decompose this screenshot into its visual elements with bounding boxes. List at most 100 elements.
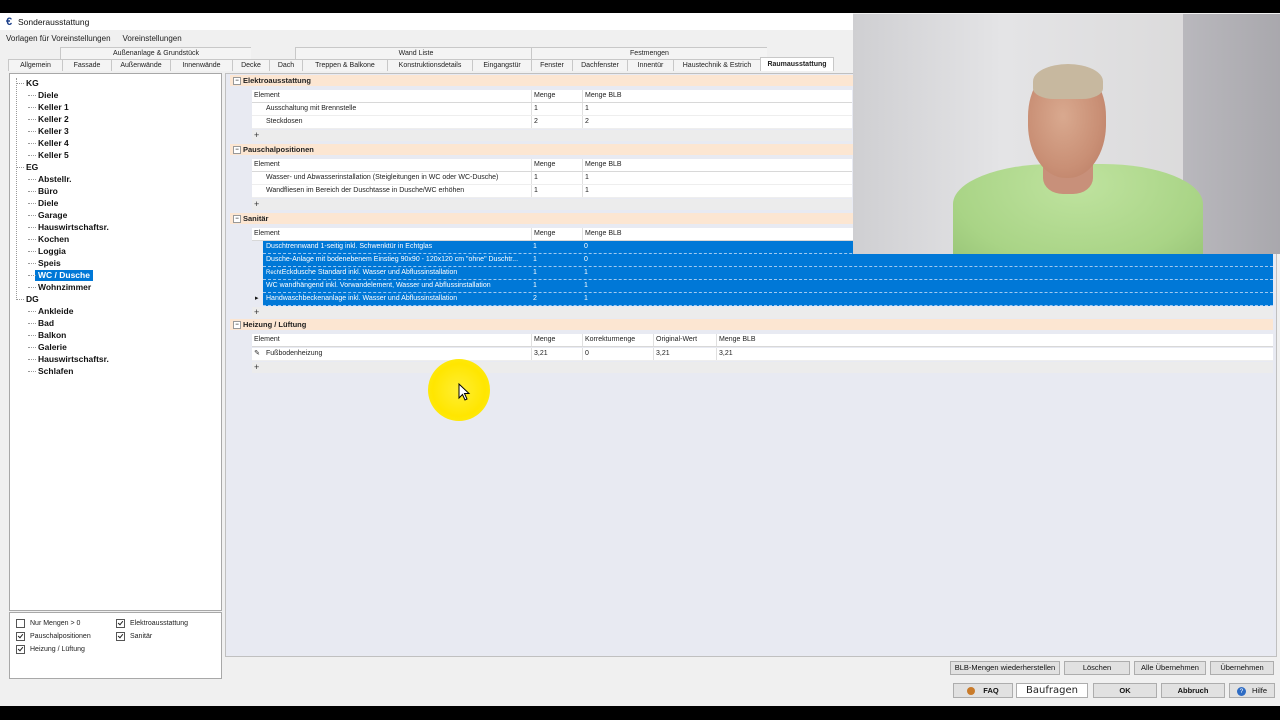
tree-item-room[interactable]: Speis — [38, 258, 61, 269]
help-button[interactable]: ? Hilfe — [1229, 683, 1275, 698]
tree-item-room[interactable]: Keller 1 — [38, 102, 69, 113]
checkbox-checked-icon[interactable] — [116, 619, 125, 628]
cell-menge[interactable]: 2 — [531, 116, 582, 128]
tree-item-room[interactable]: Diele — [38, 90, 58, 101]
tab-aussenwaende[interactable]: Außenwände — [111, 59, 171, 71]
tab-decke[interactable]: Decke — [232, 59, 270, 71]
cell-menge[interactable]: 1 — [531, 267, 581, 279]
cell-menge[interactable]: 1 — [531, 241, 581, 253]
cell-menge[interactable]: 1 — [531, 280, 581, 292]
filter-nur-mengen[interactable]: Nur Mengen > 0 — [16, 619, 80, 628]
ok-button[interactable]: OK — [1093, 683, 1157, 698]
tree-item-room[interactable]: Balkon — [38, 330, 66, 341]
checkbox-icon[interactable] — [16, 619, 25, 628]
tree-item-room[interactable]: Diele — [38, 198, 58, 209]
table-row[interactable]: Wandfliesen im Bereich der Duschtasse in… — [252, 185, 852, 198]
tree-item-room[interactable]: Hauswirtschaftsr. — [38, 354, 109, 365]
collapse-icon[interactable]: − — [233, 321, 241, 329]
table-row[interactable]: Ausschaltung mit Brennstelle 1 1 — [252, 103, 852, 116]
cell-menge[interactable]: 1 — [531, 254, 581, 266]
tab-innenwaende[interactable]: Innenwände — [170, 59, 233, 71]
accept-all-button[interactable]: Alle Übernehmen — [1134, 661, 1206, 675]
tree-item-room[interactable]: Galerie — [38, 342, 67, 353]
tree-group[interactable]: DG — [26, 294, 39, 305]
tab-allgemein[interactable]: Allgemein — [8, 59, 63, 71]
add-row-sanitaer[interactable]: + — [252, 307, 1273, 318]
tab-dachfenster[interactable]: Dachfenster — [572, 59, 628, 71]
delete-button[interactable]: Löschen — [1064, 661, 1130, 675]
add-row-elektro[interactable]: + — [252, 130, 852, 141]
filter-elektroausstattung[interactable]: Elektroausstattung — [116, 619, 188, 628]
tree-item-room[interactable]: Ankleide — [38, 306, 73, 317]
cancel-button[interactable]: Abbruch — [1161, 683, 1225, 698]
tree-item-room[interactable]: Bad — [38, 318, 54, 329]
tab-fassade[interactable]: Fassade — [62, 59, 112, 71]
tab-eingangstuer[interactable]: Eingangstür — [472, 59, 532, 71]
collapse-icon[interactable]: − — [233, 215, 241, 223]
add-icon[interactable]: + — [252, 362, 259, 372]
tab-fenster[interactable]: Fenster — [531, 59, 573, 71]
tree-item-room[interactable]: Büro — [38, 186, 58, 197]
tree-item-room[interactable]: WC / Dusche — [35, 270, 93, 281]
tab-innentuer[interactable]: Innentür — [627, 59, 674, 71]
current-row-arrow-icon: ▸ — [255, 295, 259, 302]
add-icon[interactable]: + — [252, 130, 259, 140]
checkbox-checked-icon[interactable] — [16, 645, 25, 654]
cell-menge[interactable]: 2 — [531, 293, 581, 305]
filter-heizung-lueftung[interactable]: Heizung / Lüftung — [16, 645, 85, 654]
cell-element: Duschtrennwand 1-seitig inkl. Schwenktür… — [266, 243, 433, 250]
tab-dach[interactable]: Dach — [269, 59, 303, 71]
faq-button[interactable]: FAQ — [953, 683, 1013, 698]
collapse-icon[interactable]: − — [233, 146, 241, 154]
section-header-pauschal[interactable]: − Pauschalpositionen — [230, 144, 863, 155]
section-header-sanitaer[interactable]: − Sanitär — [230, 213, 863, 224]
add-icon[interactable]: + — [252, 199, 259, 209]
tree-item-room[interactable]: Keller 3 — [38, 126, 69, 137]
add-row-pauschal[interactable]: + — [252, 199, 852, 210]
menu-voreinstellungen[interactable]: Voreinstellungen — [117, 34, 188, 43]
tab-raumausstattung[interactable]: Raumausstattung — [760, 57, 834, 71]
tree-group[interactable]: EG — [26, 162, 38, 173]
add-row-heizung[interactable]: + — [252, 362, 1273, 373]
cell-menge[interactable]: 3,21 — [531, 348, 582, 360]
table-row[interactable]: ✎ Fußbodenheizung 3,21 0 3,21 3,21 — [252, 348, 1273, 361]
checkbox-checked-icon[interactable] — [16, 632, 25, 641]
cell-menge[interactable]: 1 — [531, 103, 582, 115]
collapse-icon[interactable]: − — [233, 77, 241, 85]
cell-element: Fußbodenheizung — [266, 350, 323, 357]
accept-button[interactable]: Übernehmen — [1210, 661, 1274, 675]
tree-group[interactable]: KG — [26, 78, 39, 89]
tree-item-room[interactable]: Wohnzimmer — [38, 282, 91, 293]
tree-item-room[interactable]: Hauswirtschaftsr. — [38, 222, 109, 233]
table-row[interactable]: Handwaschbeckenanlage inkl. Wasser und A… — [263, 293, 1273, 306]
tree-item-room[interactable]: Keller 5 — [38, 150, 69, 161]
tab-treppen-balkone[interactable]: Treppen & Balkone — [302, 59, 388, 71]
baufragen-logo[interactable]: Baufragen — [1016, 683, 1088, 698]
tree-item-room[interactable]: Keller 2 — [38, 114, 69, 125]
filter-sanitaer[interactable]: Sanitär — [116, 632, 152, 641]
cell-menge[interactable]: 1 — [531, 172, 582, 184]
tab-konstruktionsdetails[interactable]: Konstruktionsdetails — [387, 59, 473, 71]
cell-korrekturmenge[interactable]: 0 — [582, 348, 653, 360]
add-icon[interactable]: + — [252, 307, 259, 317]
cell-menge[interactable]: 1 — [531, 185, 582, 197]
tree-item-room[interactable]: Abstellr. — [38, 174, 72, 185]
grid-header-pauschal: Element Menge Menge BLB — [252, 159, 852, 172]
tree-item-room[interactable]: Keller 4 — [38, 138, 69, 149]
tree-item-room[interactable]: Kochen — [38, 234, 69, 245]
tree-item-room[interactable]: Schlafen — [38, 366, 73, 377]
table-row[interactable]: Steckdosen 2 2 — [252, 116, 852, 129]
tree-item-room[interactable]: Loggia — [38, 246, 66, 257]
restore-blb-button[interactable]: BLB-Mengen wiederherstellen — [950, 661, 1060, 675]
section-header-elektro[interactable]: − Elektroausstattung — [230, 75, 863, 86]
tree-item-room[interactable]: Garage — [38, 210, 67, 221]
checkbox-checked-icon[interactable] — [116, 632, 125, 641]
table-row[interactable]: Wasser- und Abwasserinstallation (Steigl… — [252, 172, 852, 185]
table-row[interactable]: Dusche-Anlage mit bodenebenem Einstieg 9… — [263, 254, 1273, 267]
tab-haustechnik-estrich[interactable]: Haustechnik & Estrich — [673, 59, 761, 71]
filter-pauschalpositionen[interactable]: Pauschalpositionen — [16, 632, 91, 641]
menu-vorlagen[interactable]: Vorlagen für Voreinstellungen — [0, 34, 117, 43]
table-row[interactable]: WC wandhängend inkl. Vorwandelement, Was… — [263, 280, 1273, 293]
table-row[interactable]: RechtEckdusche Standard inkl. Wasser und… — [263, 267, 1273, 280]
section-header-heizung[interactable]: − Heizung / Lüftung — [230, 319, 1273, 330]
